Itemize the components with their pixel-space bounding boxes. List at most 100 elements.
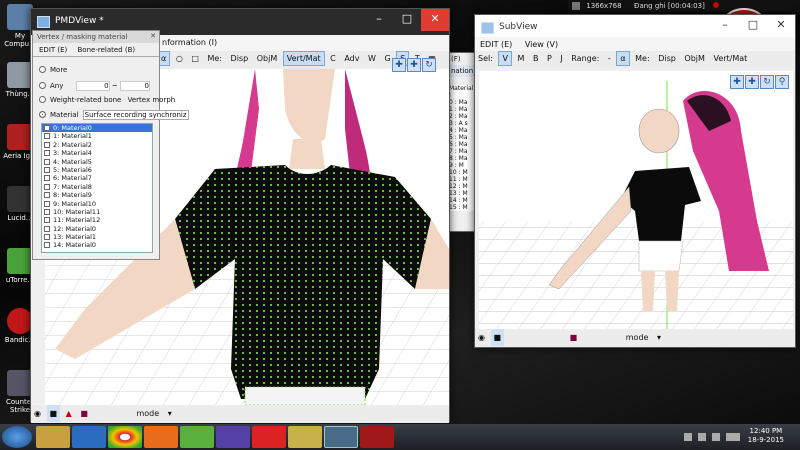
clock[interactable]: 12:40 PM 18-9-2015	[748, 427, 784, 445]
list-item[interactable]: 5: Material6	[42, 166, 152, 174]
toolbar-me-label: Me:	[635, 54, 650, 63]
option-weight-bone[interactable]: Weight-related bone Vertex morph	[39, 96, 175, 104]
subview-model-render	[479, 81, 793, 329]
close-icon[interactable]: ✕	[150, 32, 156, 40]
taskbar-opera-icon[interactable]	[252, 426, 286, 448]
range-label: Range:	[571, 54, 600, 63]
surface-recording-field[interactable]: Surface recording synchroniz	[82, 110, 189, 120]
recording-bar: 1366x768 Đang ghi [00:04:03]	[568, 0, 800, 12]
toolbar-objm[interactable]: ObjM	[681, 51, 708, 66]
toolbar-adv[interactable]: Adv	[341, 51, 362, 66]
shape-icon[interactable]: ▲	[63, 405, 75, 422]
option-more[interactable]: More	[39, 66, 67, 74]
taskbar-vs-icon[interactable]	[216, 426, 250, 448]
taskbar-app-icon[interactable]	[180, 426, 214, 448]
eye-icon[interactable]: ◉	[475, 329, 488, 346]
close-button[interactable]: ✕	[767, 15, 795, 37]
taskbar-pmx-icon[interactable]	[288, 426, 322, 448]
eye-icon[interactable]: ◉	[31, 405, 44, 422]
taskbar-firefox-icon[interactable]	[144, 426, 178, 448]
sel-v[interactable]: V	[498, 51, 512, 66]
chevron-down-icon[interactable]: ▾	[654, 329, 664, 346]
subview-toolbar: Sel: V M B P J Range: - α Me: Disp ObjM …	[475, 51, 795, 69]
masking-panel: Vertex / masking material ✕ EDIT (E) Bon…	[32, 30, 189, 260]
list-item[interactable]: 2: Material2	[42, 141, 152, 149]
mode-select[interactable]: mode	[133, 405, 162, 422]
subview-viewport[interactable]: ✚ ✚ ↻ ⚲	[479, 71, 793, 329]
list-item[interactable]: 0: Material0	[42, 124, 152, 133]
translate-icon[interactable]: ✚	[745, 75, 759, 89]
list-item[interactable]: 7: Material8	[42, 183, 152, 191]
toolbar-disp[interactable]: Disp	[655, 51, 679, 66]
cube-icon[interactable]: ■	[490, 329, 505, 346]
taskbar: 12:40 PM 18-9-2015	[0, 424, 800, 450]
taskbar-explorer-icon[interactable]	[36, 426, 70, 448]
mode-select[interactable]: mode	[623, 329, 652, 346]
sel-p[interactable]: P	[544, 51, 555, 66]
list-item[interactable]: 9: Material10	[42, 200, 152, 208]
sel-m[interactable]: M	[515, 51, 528, 66]
move-icon[interactable]: ✚	[392, 58, 406, 72]
minimize-button[interactable]: –	[365, 9, 393, 31]
taskbar-chrome-icon[interactable]	[108, 426, 142, 448]
tab-edit[interactable]: EDIT (E)	[39, 46, 67, 54]
toolbar-vertmat[interactable]: Vert/Mat	[710, 51, 750, 66]
background-list: Material I 0 : Ma 1 : Ma 2 : Ma 3 : A s …	[449, 85, 477, 211]
taskbar-bandicam-icon[interactable]	[360, 426, 394, 448]
view-gizmo: ✚ ✚ ↻ ⚲	[730, 75, 789, 89]
list-item[interactable]: 10: Material11	[42, 208, 152, 216]
menu-view[interactable]: View (V)	[520, 37, 563, 52]
list-item[interactable]: 4: Material5	[42, 158, 152, 166]
zoom-icon[interactable]: ⚲	[775, 75, 789, 89]
range-dash[interactable]: -	[605, 51, 614, 66]
pmdview-bottombar: ◉ ■ ▲ ■ mode ▾	[31, 405, 449, 423]
list-item[interactable]: 8: Material9	[42, 191, 152, 199]
toolbar-w[interactable]: W	[365, 51, 379, 66]
toolbar-objm[interactable]: ObjM	[254, 51, 281, 66]
pmdview-gizmo: ✚ ✚ ↻	[392, 58, 436, 72]
circle-icon[interactable]: ○	[173, 51, 186, 66]
cube-icon[interactable]: ■	[46, 405, 61, 422]
tray-icons	[684, 433, 740, 441]
list-item[interactable]: 1: Material1	[42, 132, 152, 140]
square-icon[interactable]: □	[188, 51, 202, 66]
taskbar-media-icon[interactable]	[72, 426, 106, 448]
list-item[interactable]: 12: Material0	[42, 225, 152, 233]
translate-icon[interactable]: ✚	[407, 58, 421, 72]
close-button[interactable]: ✕	[421, 9, 449, 31]
masking-panel-tabs: EDIT (E) Bone-related (B)	[33, 43, 159, 57]
toolbar-c[interactable]: C	[327, 51, 339, 66]
record-icon[interactable]	[713, 2, 720, 8]
chevron-down-icon[interactable]: ▾	[165, 405, 175, 422]
rotate-icon[interactable]: ↻	[422, 58, 436, 72]
toolbar-disp[interactable]: Disp	[228, 51, 252, 66]
subview-bottombar: ◉ ■ ■ mode ▾	[475, 329, 795, 347]
move-icon[interactable]: ✚	[730, 75, 744, 89]
list-item[interactable]: 13: Material1	[42, 233, 152, 241]
maximize-button[interactable]: □	[393, 9, 421, 31]
app-icon	[37, 16, 50, 28]
list-item[interactable]: 14: Material0	[42, 241, 152, 249]
list-item[interactable]: 6: Material7	[42, 174, 152, 182]
sel-j[interactable]: J	[557, 51, 565, 66]
color-icon[interactable]: ■	[77, 405, 91, 422]
tab-bone-related[interactable]: Bone-related (B)	[78, 46, 136, 54]
start-button[interactable]	[2, 426, 32, 448]
option-any[interactable]: Any 0 ~ 0	[39, 81, 150, 91]
maximize-button[interactable]: □	[739, 15, 767, 37]
menu-edit[interactable]: EDIT (E)	[475, 37, 517, 52]
sel-label: Sel:	[478, 54, 493, 63]
minimize-button[interactable]: –	[711, 15, 739, 37]
list-item[interactable]: 11: Material12	[42, 216, 152, 224]
taskbar-pmdview-icon[interactable]	[324, 426, 358, 448]
sel-b[interactable]: B	[530, 51, 542, 66]
alpha-button[interactable]: α	[616, 51, 630, 66]
masking-panel-title[interactable]: Vertex / masking material ✕	[33, 31, 159, 43]
option-material[interactable]: Material Surface recording synchroniz	[39, 110, 189, 120]
list-item[interactable]: 3: Material4	[42, 149, 152, 157]
color-icon[interactable]: ■	[567, 329, 581, 346]
material-list[interactable]: 0: Material0 1: Material1 2: Material2 3…	[41, 123, 153, 253]
menu-information[interactable]: nformation (I)	[157, 35, 222, 50]
toolbar-vertmat[interactable]: Vert/Mat	[282, 51, 325, 66]
rotate-icon[interactable]: ↻	[760, 75, 774, 89]
